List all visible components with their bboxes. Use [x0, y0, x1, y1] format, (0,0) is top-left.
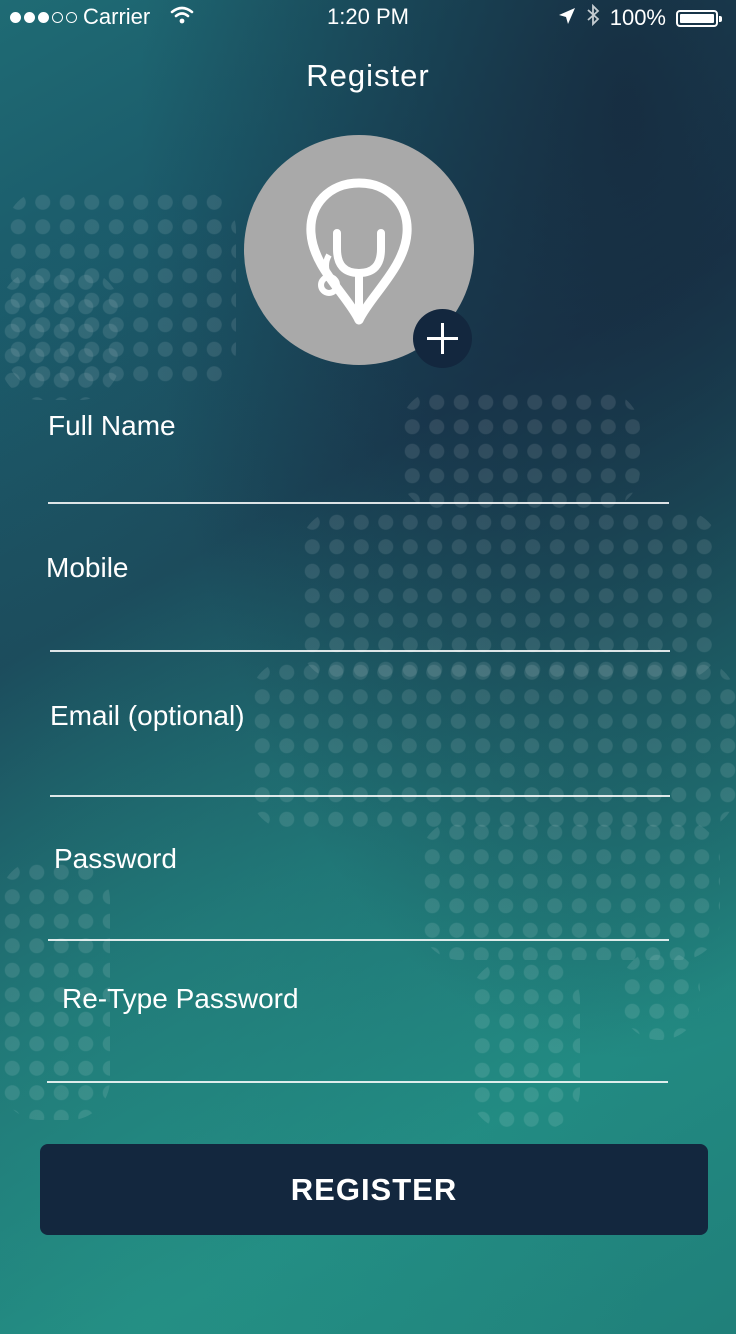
status-bar-right: 100% [558, 3, 722, 32]
retype-password-label: Re-Type Password [62, 983, 299, 1014]
page-title: Register [306, 58, 430, 93]
email-field[interactable]: Email (optional) [50, 700, 670, 797]
retype-password-field[interactable]: Re-Type Password [47, 983, 669, 1083]
full-name-label: Full Name [48, 410, 176, 441]
battery-icon [676, 9, 722, 27]
full-name-field[interactable]: Full Name [48, 410, 670, 504]
mobile-underline [50, 650, 670, 652]
full-name-underline [48, 502, 669, 504]
battery-percent: 100% [609, 5, 666, 30]
location-arrow-icon [558, 5, 576, 31]
bluetooth-icon [586, 3, 600, 32]
stethoscope-icon [306, 178, 412, 325]
email-label: Email (optional) [50, 700, 245, 731]
register-button[interactable]: REGISTER [40, 1144, 708, 1235]
retype-password-underline [47, 1081, 668, 1083]
add-photo-button[interactable] [413, 309, 472, 368]
mobile-label: Mobile [46, 552, 129, 583]
mobile-field[interactable]: Mobile [46, 552, 670, 652]
email-underline [50, 795, 670, 797]
password-label: Password [54, 843, 177, 874]
status-bar: Carrier 1:20 PM 100% [0, 0, 736, 34]
password-field[interactable]: Password [48, 843, 670, 941]
password-underline [48, 939, 669, 941]
